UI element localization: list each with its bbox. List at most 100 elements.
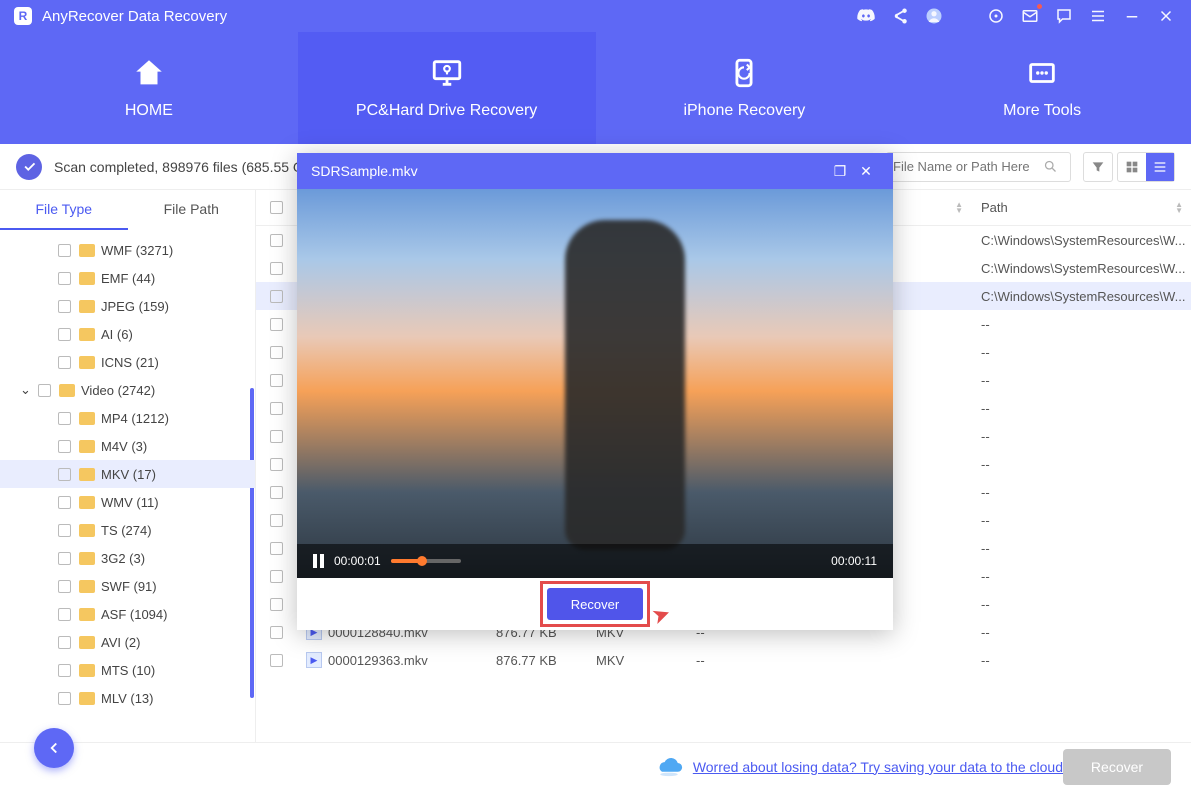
tree-item[interactable]: MTS (10): [0, 656, 255, 684]
nav-more-tools[interactable]: More Tools: [893, 32, 1191, 144]
tree-item[interactable]: JPEG (159): [0, 292, 255, 320]
filter-button[interactable]: [1083, 152, 1113, 182]
footer: Worred about losing data? Try saving you…: [0, 742, 1191, 790]
tree-item[interactable]: MP4 (1212): [0, 404, 255, 432]
modal-titlebar[interactable]: SDRSample.mkv ❐ ✕: [297, 153, 893, 189]
tree-checkbox[interactable]: [58, 440, 71, 453]
file-path: --: [971, 597, 1191, 612]
tree-checkbox[interactable]: [58, 328, 71, 341]
search-input[interactable]: [893, 159, 1043, 174]
row-checkbox[interactable]: [270, 290, 283, 303]
tree-checkbox[interactable]: [58, 496, 71, 509]
video-seek-bar[interactable]: [391, 559, 461, 563]
row-checkbox[interactable]: [270, 374, 283, 387]
recover-button[interactable]: Recover: [1063, 749, 1171, 785]
tree-item[interactable]: AI (6): [0, 320, 255, 348]
row-checkbox[interactable]: [270, 598, 283, 611]
user-icon[interactable]: [923, 5, 945, 27]
tree-checkbox[interactable]: [58, 356, 71, 369]
pause-button[interactable]: [313, 554, 324, 568]
tree-label: SWF (91): [101, 579, 157, 594]
tree-label: JPEG (159): [101, 299, 169, 314]
mail-icon[interactable]: [1019, 5, 1041, 27]
menu-icon[interactable]: [1087, 5, 1109, 27]
discord-icon[interactable]: [855, 5, 877, 27]
row-checkbox[interactable]: [270, 458, 283, 471]
list-view-button[interactable]: [1146, 153, 1174, 181]
tree-item[interactable]: M4V (3): [0, 432, 255, 460]
grid-view-button[interactable]: [1118, 153, 1146, 181]
cloud-save-link[interactable]: Worred about losing data? Try saving you…: [693, 759, 1063, 775]
share-icon[interactable]: [889, 5, 911, 27]
tree-label: ICNS (21): [101, 355, 159, 370]
table-row[interactable]: ▶0000129363.mkv876.77 KBMKV----: [256, 646, 1191, 674]
folder-icon: [79, 552, 95, 565]
row-checkbox[interactable]: [270, 430, 283, 443]
tree-checkbox[interactable]: [58, 664, 71, 677]
tree-item[interactable]: 3G2 (3): [0, 544, 255, 572]
select-all-checkbox[interactable]: [270, 201, 283, 214]
tree-item[interactable]: SWF (91): [0, 572, 255, 600]
tree-checkbox[interactable]: [58, 580, 71, 593]
row-checkbox[interactable]: [270, 234, 283, 247]
sort-path-icon[interactable]: ▲▼: [1175, 202, 1183, 214]
tree-category[interactable]: ⌄Video (2742): [0, 376, 255, 404]
tree-checkbox[interactable]: [58, 692, 71, 705]
tree-checkbox[interactable]: [58, 636, 71, 649]
sort-created-icon[interactable]: ▲▼: [955, 202, 963, 214]
folder-icon: [79, 244, 95, 257]
video-preview[interactable]: 00:00:01 00:00:11: [297, 189, 893, 578]
nav-home[interactable]: HOME: [0, 32, 298, 144]
row-checkbox[interactable]: [270, 654, 283, 667]
search-box[interactable]: [886, 152, 1071, 182]
modal-close-icon[interactable]: ✕: [853, 163, 879, 180]
modal-recover-button[interactable]: Recover: [547, 588, 643, 620]
row-checkbox[interactable]: [270, 318, 283, 331]
tree-item[interactable]: WMF (3271): [0, 236, 255, 264]
tree-checkbox[interactable]: [58, 272, 71, 285]
row-checkbox[interactable]: [270, 486, 283, 499]
minimize-icon[interactable]: [1121, 5, 1143, 27]
tree-checkbox[interactable]: [58, 468, 71, 481]
tree-checkbox[interactable]: [58, 300, 71, 313]
tab-file-type[interactable]: File Type: [0, 190, 128, 230]
row-checkbox[interactable]: [270, 402, 283, 415]
tree-item[interactable]: EMF (44): [0, 264, 255, 292]
tree-item[interactable]: AVI (2): [0, 628, 255, 656]
check-icon: [16, 154, 42, 180]
nav-iphone-recovery[interactable]: iPhone Recovery: [596, 32, 894, 144]
tree-checkbox[interactable]: [58, 412, 71, 425]
tree-checkbox[interactable]: [38, 384, 51, 397]
col-path[interactable]: Path: [981, 200, 1008, 215]
row-checkbox[interactable]: [270, 514, 283, 527]
tree-item[interactable]: WMV (11): [0, 488, 255, 516]
target-icon[interactable]: [985, 5, 1007, 27]
tree-checkbox[interactable]: [58, 244, 71, 257]
back-button[interactable]: [34, 728, 74, 768]
file-path: C:\Windows\SystemResources\W...: [971, 233, 1191, 248]
search-icon[interactable]: [1043, 159, 1058, 174]
tree-checkbox[interactable]: [58, 608, 71, 621]
feedback-icon[interactable]: [1053, 5, 1075, 27]
file-type: MKV: [586, 653, 686, 668]
chevron-down-icon[interactable]: ⌄: [20, 382, 30, 398]
tree-item[interactable]: ICNS (21): [0, 348, 255, 376]
row-checkbox[interactable]: [270, 570, 283, 583]
view-toggle: [1117, 152, 1175, 182]
row-checkbox[interactable]: [270, 346, 283, 359]
row-checkbox[interactable]: [270, 542, 283, 555]
tree-item[interactable]: TS (274): [0, 516, 255, 544]
folder-icon: [79, 496, 95, 509]
tab-file-path[interactable]: File Path: [128, 190, 256, 230]
tree-checkbox[interactable]: [58, 524, 71, 537]
row-checkbox[interactable]: [270, 262, 283, 275]
tree-item[interactable]: ASF (1094): [0, 600, 255, 628]
close-icon[interactable]: [1155, 5, 1177, 27]
tree-item[interactable]: MKV (17): [0, 460, 255, 488]
tree-item[interactable]: MLV (13): [0, 684, 255, 712]
nav-more-label: More Tools: [1003, 102, 1081, 120]
tree-checkbox[interactable]: [58, 552, 71, 565]
nav-pc-recovery[interactable]: PC&Hard Drive Recovery: [298, 32, 596, 144]
modal-maximize-icon[interactable]: ❐: [827, 163, 853, 180]
row-checkbox[interactable]: [270, 626, 283, 639]
